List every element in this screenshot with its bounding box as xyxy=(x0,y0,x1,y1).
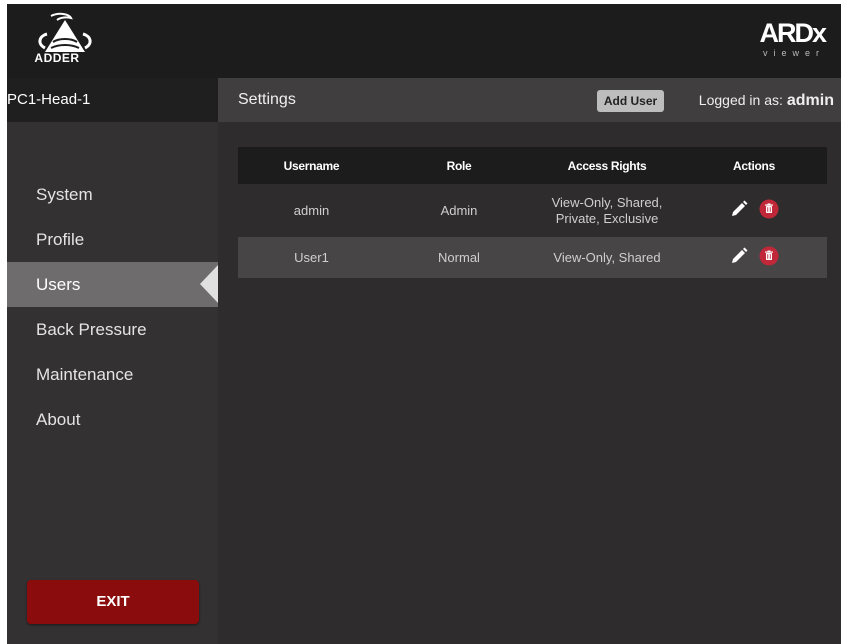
sidebar: PC1-Head-1 System Profile Users Back Pre… xyxy=(7,78,218,644)
pencil-icon[interactable] xyxy=(729,199,749,219)
ardx-viewer-logo: ARDx viewer xyxy=(739,18,827,62)
nav-item-back-pressure[interactable]: Back Pressure xyxy=(7,307,218,352)
main-header: Settings Add User Logged in as: admin xyxy=(218,78,841,122)
access-rights-cell: View-Only, Shared, Private, Exclusive xyxy=(533,184,681,237)
trash-icon[interactable] xyxy=(759,246,779,266)
access-rights-cell: View-Only, Shared xyxy=(533,237,681,278)
table-row: User1 Normal View-Only, Shared xyxy=(238,237,827,278)
username-cell: admin xyxy=(238,184,385,237)
column-header-role: Role xyxy=(385,147,533,184)
logged-in-prefix: Logged in as: xyxy=(698,92,783,108)
logged-in-status: Logged in as: admin xyxy=(699,78,834,123)
adder-logo-text: ADDER xyxy=(34,51,80,65)
username-cell: User1 xyxy=(238,237,385,278)
trash-icon[interactable] xyxy=(759,199,779,219)
nav-item-label: Maintenance xyxy=(36,365,134,384)
nav-item-maintenance[interactable]: Maintenance xyxy=(7,352,218,397)
table-row: admin Admin View-Only, Shared, Private, … xyxy=(238,184,827,237)
users-table: Username Role Access Rights Actions admi… xyxy=(238,147,827,278)
ardx-logo-text: ARDx xyxy=(759,18,827,48)
active-indicator-arrow-icon xyxy=(200,265,218,303)
nav-item-profile[interactable]: Profile xyxy=(7,217,218,262)
exit-button[interactable]: EXIT xyxy=(27,580,199,624)
logged-in-username: admin xyxy=(786,92,834,109)
app-window: ADDER ARDx viewer PC1-Head-1 System Prof… xyxy=(7,4,841,644)
nav-item-users[interactable]: Users xyxy=(7,262,218,307)
ardx-logo-subtitle: viewer xyxy=(762,48,825,58)
role-cell: Admin xyxy=(385,184,533,237)
access-rights-line: Private, Exclusive xyxy=(555,210,659,226)
nav-item-label: Profile xyxy=(36,230,85,249)
nav-item-label: System xyxy=(36,185,93,204)
device-name: PC1-Head-1 xyxy=(7,78,218,122)
access-rights-line: View-Only, Shared xyxy=(553,249,661,265)
nav-item-label: Back Pressure xyxy=(36,320,147,339)
nav-item-system[interactable]: System xyxy=(7,172,218,217)
column-header-access-rights: Access Rights xyxy=(533,147,681,184)
role-cell: Normal xyxy=(385,237,533,278)
add-user-button[interactable]: Add User xyxy=(597,90,664,112)
actions-cell xyxy=(681,184,827,237)
pencil-icon[interactable] xyxy=(729,246,749,266)
column-header-username: Username xyxy=(238,147,385,184)
top-bar: ADDER ARDx viewer xyxy=(7,4,841,78)
nav-item-about[interactable]: About xyxy=(7,397,218,442)
actions-cell xyxy=(681,237,827,278)
table-header-row: Username Role Access Rights Actions xyxy=(238,147,827,184)
column-header-actions: Actions xyxy=(681,147,827,184)
nav-item-label: Users xyxy=(36,275,81,294)
nav-item-label: About xyxy=(36,410,81,429)
page-title: Settings xyxy=(238,91,296,108)
access-rights-line: View-Only, Shared, xyxy=(551,194,663,210)
settings-nav: System Profile Users Back Pressure Maint… xyxy=(7,172,218,442)
